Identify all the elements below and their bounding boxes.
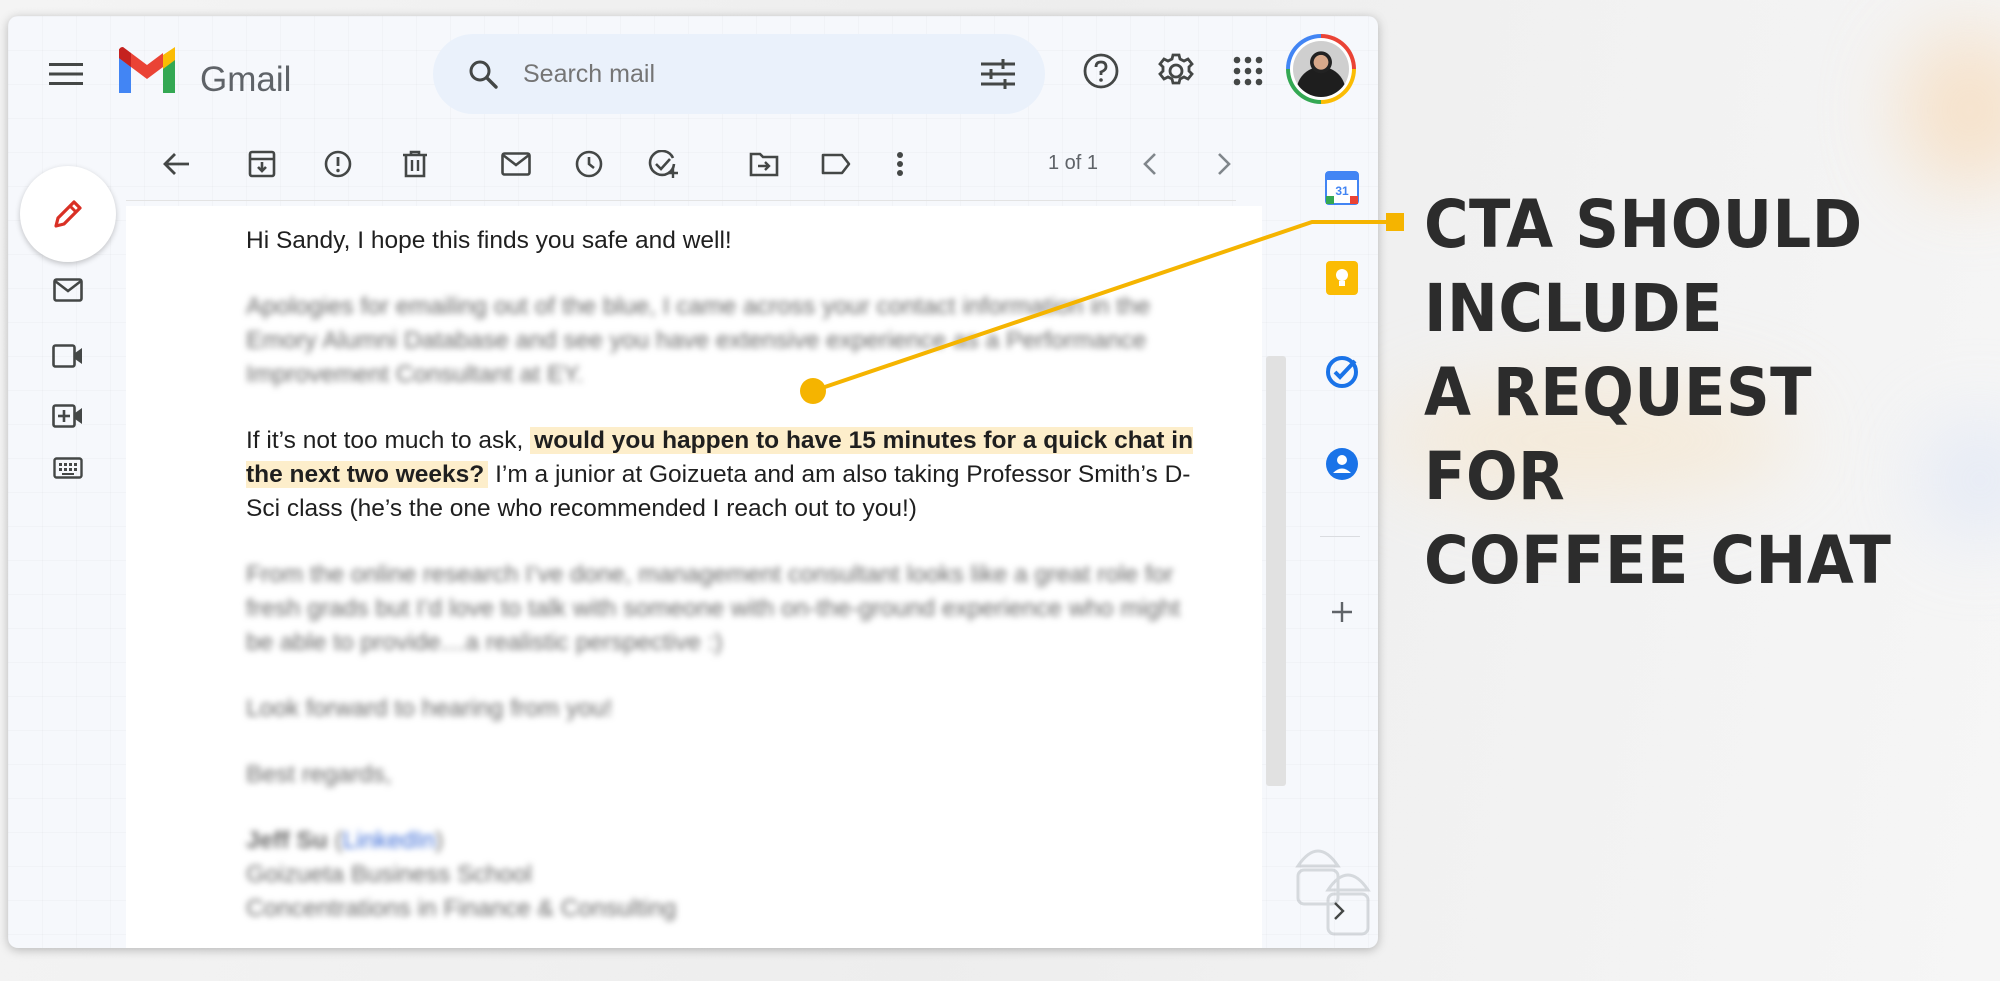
expand-panel-chevron-icon[interactable] xyxy=(1324,896,1354,926)
email-paragraph-intro: Apologies for emailing out of the blue, … xyxy=(246,293,1151,388)
scrollbar-thumb[interactable] xyxy=(1266,356,1286,786)
search-options-icon[interactable] xyxy=(978,54,1018,94)
callout-annotation: CTA should include a request for Coffee … xyxy=(1424,183,1954,603)
compose-button[interactable] xyxy=(20,166,116,262)
mail-icon[interactable] xyxy=(48,270,88,310)
pencil-icon xyxy=(54,200,82,228)
message-pane: Hi Sandy, I hope this finds you safe and… xyxy=(126,206,1262,948)
add-addon-plus-icon[interactable] xyxy=(1320,590,1364,634)
video-icon[interactable] xyxy=(48,336,88,376)
callout-line-2: a request for xyxy=(1424,354,1813,515)
search-input[interactable] xyxy=(523,56,943,92)
older-chevron-left-icon[interactable] xyxy=(1130,144,1170,184)
label-tag-icon[interactable] xyxy=(816,144,856,184)
signature-concentration: Concentrations in Finance & Consulting xyxy=(246,895,677,922)
calendar-icon[interactable]: 31 xyxy=(1320,166,1364,210)
side-panel-divider xyxy=(1320,536,1360,537)
signature-name: Jeff Su xyxy=(246,827,328,854)
signature-linkedin-link[interactable]: LinkedIn xyxy=(343,827,436,854)
callout-line-1: CTA should include xyxy=(1424,186,1863,347)
new-meeting-icon[interactable] xyxy=(48,396,88,436)
email-paragraph-research: From the online research I’ve done, mana… xyxy=(246,561,1181,656)
report-spam-icon[interactable] xyxy=(318,144,358,184)
move-to-icon[interactable] xyxy=(744,144,784,184)
back-arrow-icon[interactable] xyxy=(156,144,196,184)
add-to-tasks-icon[interactable] xyxy=(644,144,684,184)
more-vertical-icon[interactable] xyxy=(880,144,920,184)
signature-school: Goizueta Business School xyxy=(246,861,532,888)
google-apps-icon[interactable] xyxy=(1225,48,1271,94)
help-icon[interactable] xyxy=(1078,48,1124,94)
archive-icon[interactable] xyxy=(242,144,282,184)
delete-trash-icon[interactable] xyxy=(395,144,435,184)
android-decoration-icon xyxy=(1278,826,1378,946)
svg-text:31: 31 xyxy=(1335,184,1349,198)
background-glow xyxy=(1900,30,2000,190)
snooze-clock-icon[interactable] xyxy=(569,144,609,184)
top-bar: Gmail xyxy=(8,16,1378,126)
keep-notes-icon[interactable] xyxy=(1320,256,1364,300)
gmail-wordmark: Gmail xyxy=(200,60,292,99)
callout-line-3: Coffee chat xyxy=(1424,522,1892,599)
newer-chevron-right-icon[interactable] xyxy=(1204,144,1244,184)
keyboard-icon[interactable] xyxy=(48,448,88,488)
search-icon[interactable] xyxy=(465,56,501,92)
account-avatar[interactable] xyxy=(1286,34,1356,104)
email-signoff-line: Look forward to hearing from you! xyxy=(246,695,613,722)
main-menu-icon[interactable] xyxy=(46,54,86,94)
pagination-count: 1 of 1 xyxy=(1048,152,1099,174)
settings-gear-icon[interactable] xyxy=(1153,48,1199,94)
email-greeting: Hi Sandy, I hope this finds you safe and… xyxy=(246,227,732,254)
gmail-window: Gmail Search mail 1 of 1 Hi Sandy, I hop… xyxy=(8,16,1378,948)
tasks-icon[interactable] xyxy=(1320,350,1364,394)
email-paragraph-cta: If it’s not too much to ask, would you h… xyxy=(246,424,1206,526)
contacts-icon[interactable] xyxy=(1320,442,1364,486)
cta-lead-text: If it’s not too much to ask, xyxy=(246,427,531,454)
gmail-logo[interactable] xyxy=(115,43,179,95)
email-body: Hi Sandy, I hope this finds you safe and… xyxy=(246,224,1206,926)
search-bar[interactable] xyxy=(433,34,1045,114)
toolbar-divider xyxy=(126,200,1236,201)
email-closing: Best regards, xyxy=(246,761,392,788)
signature-name-line: Jeff Su (LinkedIn) xyxy=(246,827,444,854)
mark-unread-icon[interactable] xyxy=(496,144,536,184)
